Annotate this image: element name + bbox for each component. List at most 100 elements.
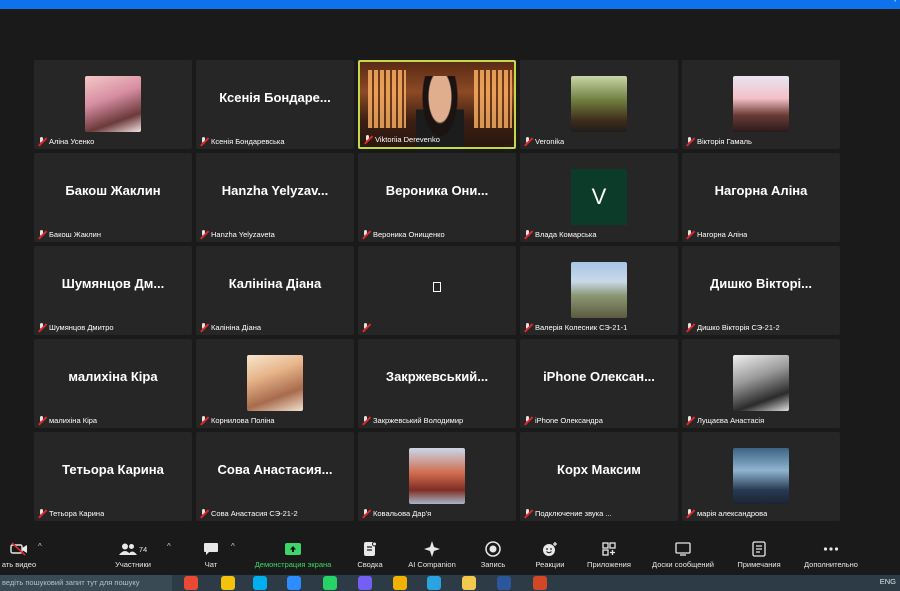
notes-icon xyxy=(752,540,766,558)
participant-footer: Подключение звука ... xyxy=(523,508,675,519)
participant-name-label: Закржевський Володимир xyxy=(373,416,464,425)
mic-muted-icon xyxy=(685,509,694,518)
participant-name-label: iPhone Олександра xyxy=(535,416,603,425)
share-screen-button[interactable]: Демонстрация экрана xyxy=(254,540,332,574)
chat-options-caret[interactable]: ^ xyxy=(231,542,235,551)
participant-display-name: Тетьора Карина xyxy=(62,462,164,477)
mic-muted-icon xyxy=(199,230,208,239)
participant-tile[interactable]: Вероника Они... Вероника Онищенко xyxy=(358,153,516,242)
participant-tile[interactable]: Валерія Колесник СЭ-21-1 xyxy=(520,246,678,335)
participant-tile[interactable]: Аліна Усенко xyxy=(34,60,192,149)
participant-name-label: марія александрова xyxy=(697,509,768,518)
participant-display-name: Корх Максим xyxy=(557,462,641,477)
whatsapp-app-icon[interactable] xyxy=(323,576,337,590)
participant-footer: малихіна Кіра xyxy=(37,415,189,426)
participant-tile[interactable]: Бакош Жаклин Бакош Жаклин xyxy=(34,153,192,242)
participant-tile[interactable]: Hanzha Yelyzav... Hanzha Yelyzaveta xyxy=(196,153,354,242)
apps-icon xyxy=(602,540,616,558)
meeting-toolbar: ать видео ^ 74 Участники ^ Чат ^ Демонст… xyxy=(0,537,900,575)
participant-display-name: Дишко Вікторі... xyxy=(709,276,812,291)
word-app-icon[interactable] xyxy=(497,576,511,590)
participant-tile[interactable]: Вікторія Гамаль xyxy=(682,60,840,149)
file-explorer-icon[interactable] xyxy=(462,576,476,590)
participant-name-label: Подключение звука ... xyxy=(535,509,612,518)
summary-label: Сводка xyxy=(357,560,383,569)
participant-display-name: Нагорна Аліна xyxy=(714,183,808,198)
participant-display-name: Вероника Они... xyxy=(385,183,489,198)
mic-muted-icon xyxy=(37,323,46,332)
apps-button[interactable]: Приложения xyxy=(572,540,646,574)
participant-avatar xyxy=(85,76,141,132)
participant-tile[interactable]: Ксенія Бондаре... Ксенія Бондаревська xyxy=(196,60,354,149)
background-window xyxy=(474,70,512,128)
mic-muted-icon xyxy=(685,230,694,239)
share-screen-label: Демонстрация экрана xyxy=(254,560,332,569)
more-button[interactable]: Дополнительно xyxy=(794,540,868,574)
participant-footer: Вероника Онищенко xyxy=(361,229,513,240)
participant-name-label: Hanzha Yelyzaveta xyxy=(211,230,275,239)
zoom-app-icon[interactable] xyxy=(287,576,301,590)
participant-tile[interactable]: iPhone Олексан... iPhone Олександра xyxy=(520,339,678,428)
participant-tile[interactable]: Корнилова Поліна xyxy=(196,339,354,428)
participant-footer: Бакош Жаклин xyxy=(37,229,189,240)
participant-display-name: Hanzha Yelyzav... xyxy=(221,183,329,198)
participant-name-label: Валерія Колесник СЭ-21-1 xyxy=(535,323,628,332)
viber-app-icon[interactable] xyxy=(358,576,372,590)
participant-tile[interactable]: Дишко Вікторі... Дишко Вікторія СЭ-21-2 xyxy=(682,246,840,335)
video-options-caret[interactable]: ^ xyxy=(38,542,42,551)
chat-button[interactable]: Чат xyxy=(174,540,248,574)
participant-tile[interactable]: V Влада Комарська xyxy=(520,153,678,242)
participant-tile[interactable]: Сова Анастасия... Сова Анастасия СЭ-21-2 xyxy=(196,432,354,521)
participant-tile[interactable]: Veronika xyxy=(520,60,678,149)
participant-footer: Влада Комарська xyxy=(523,229,675,240)
participant-avatar xyxy=(409,448,465,504)
participant-tile[interactable]: Закржевський... Закржевський Володимир xyxy=(358,339,516,428)
participant-tile[interactable]: Ковальова Дар'я xyxy=(358,432,516,521)
participant-name-label: Калініна Діана xyxy=(211,323,262,332)
taskbar-search-box[interactable]: ведіть пошуковий запит тут для пошуку xyxy=(0,575,172,591)
participant-name-label: Veronika xyxy=(535,137,565,146)
record-label: Запись xyxy=(480,560,506,569)
mic-muted-icon xyxy=(361,509,370,518)
mic-muted-icon xyxy=(363,135,372,144)
skype-app-icon[interactable] xyxy=(253,576,267,590)
chrome-app-icon[interactable] xyxy=(184,576,198,590)
participant-tile[interactable]: Viktoriia Derevenko xyxy=(358,60,516,149)
participant-display-name: Сова Анастасия... xyxy=(217,462,333,477)
participant-tile[interactable]: Шумянцов Дм... Шумянцов Дмитро xyxy=(34,246,192,335)
video-label: ать видео xyxy=(1,560,37,569)
participant-display-name: малихіна Кіра xyxy=(68,369,158,384)
ai-companion-label: AI Companion xyxy=(408,560,456,569)
participants-button[interactable]: 74 Участники xyxy=(96,540,170,574)
participant-name-label: Влада Комарська xyxy=(535,230,597,239)
app-a-icon[interactable] xyxy=(393,576,407,590)
whiteboards-button[interactable]: Доски сообщений xyxy=(646,540,720,574)
participants-options-caret[interactable]: ^ xyxy=(167,542,171,551)
notes-button[interactable]: Примечания xyxy=(722,540,796,574)
participant-tile[interactable]: Калініна Діана Калініна Діана xyxy=(196,246,354,335)
participant-footer: Валерія Колесник СЭ-21-1 xyxy=(523,322,675,333)
participant-tile[interactable]: Тетьора Карина Тетьора Карина xyxy=(34,432,192,521)
video-button[interactable]: ать видео xyxy=(0,540,56,574)
powerpoint-app-icon[interactable] xyxy=(533,576,547,590)
mic-muted-icon xyxy=(37,416,46,425)
notes-app-icon[interactable] xyxy=(221,576,235,590)
participant-avatar xyxy=(733,355,789,411)
video-gallery: Аліна Усенко Ксенія Бондаре... Ксенія Бонд… xyxy=(34,60,840,522)
window-titlebar: ' xyxy=(0,0,900,9)
participant-avatar xyxy=(733,448,789,504)
participant-tile[interactable]: Лущаєва Анастасія xyxy=(682,339,840,428)
participant-display-name: Шумянцов Дм... xyxy=(61,276,165,291)
participant-tile[interactable]: малихіна Кіра малихіна Кіра xyxy=(34,339,192,428)
participant-footer: Нагорна Аліна xyxy=(685,229,837,240)
participant-tile[interactable]: Корх Максим Подключение звука ... xyxy=(520,432,678,521)
participant-tile[interactable]: марія александрова xyxy=(682,432,840,521)
background-window xyxy=(368,70,406,128)
participant-tile[interactable]: Нагорна Аліна Нагорна Аліна xyxy=(682,153,840,242)
mic-muted-icon xyxy=(523,137,532,146)
participant-tile[interactable] xyxy=(358,246,516,335)
participant-name-label: Бакош Жаклин xyxy=(49,230,101,239)
system-tray-language[interactable]: ENG xyxy=(880,577,896,586)
participant-footer: марія александрова xyxy=(685,508,837,519)
telegram-app-icon[interactable] xyxy=(427,576,441,590)
